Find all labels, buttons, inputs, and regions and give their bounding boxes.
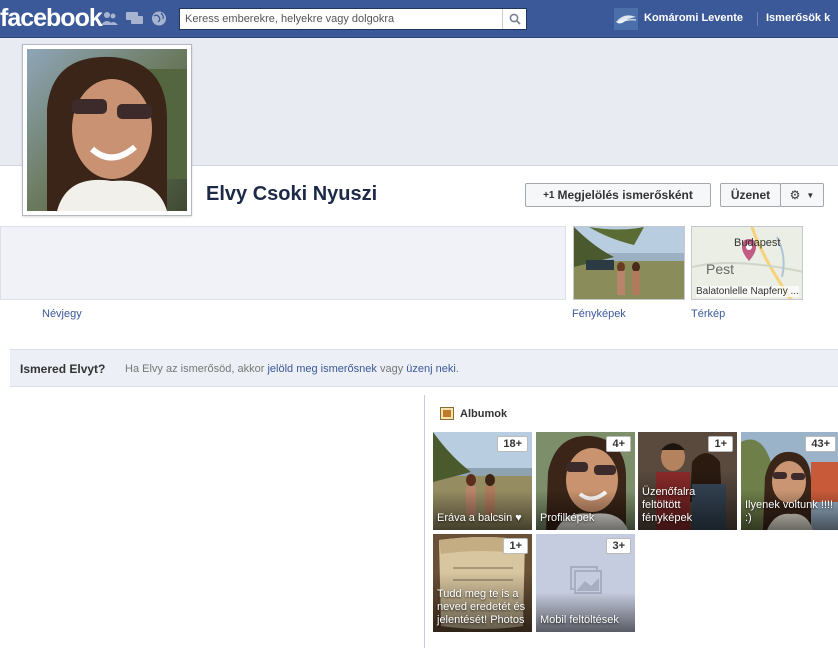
add-friend-label: Megjelölés ismerősként — [557, 188, 693, 202]
tab-photos[interactable]: Fényképek — [572, 308, 626, 320]
user-avatar[interactable] — [614, 8, 638, 30]
map-place-label: Balatonlelle Napfeny ... — [696, 286, 799, 297]
album-count-badge: 43+ — [805, 436, 836, 452]
search-button[interactable] — [502, 9, 526, 29]
album-label: Eráva a balcsin ♥ — [437, 512, 522, 524]
tab-map-thumbnail[interactable]: Budapest Pest Balatonlelle Napfeny ... — [691, 226, 803, 300]
tab-map[interactable]: Térkép — [691, 308, 725, 320]
albums-title: Albumok — [460, 408, 508, 420]
friends-link[interactable]: Ismerősök k — [766, 12, 830, 24]
timeline-spine — [424, 395, 425, 648]
add-friend-button[interactable]: +1 Megjelölés ismerősként — [525, 183, 711, 207]
album-label: Profilképek — [540, 512, 595, 524]
album-count-badge: 3+ — [606, 538, 631, 554]
send-message-link[interactable]: üzenj neki — [406, 363, 456, 375]
messages-icon[interactable] — [126, 11, 143, 26]
know-question: Ismered Elvyt? — [20, 362, 106, 376]
search-box — [179, 8, 527, 30]
album-tile[interactable]: 43+ Ilyenek voltunk !!!! :) — [741, 432, 838, 530]
album-count-badge: 1+ — [708, 436, 733, 452]
know-person-bar: Ismered Elvyt? Ha Elvy az ismerősöd, akk… — [10, 349, 838, 387]
top-bar: facebook Komáromi Levente Ismerősök k — [0, 0, 838, 38]
know-text-end: . — [455, 363, 459, 375]
mark-friend-link[interactable]: jelöld meg ismerősnek — [267, 363, 376, 375]
chevron-down-icon: ▼ — [806, 190, 815, 200]
album-count-badge: 1+ — [503, 538, 528, 554]
profile-name: Elvy Csoki Nyuszi — [206, 183, 378, 205]
map-city-label: Budapest — [734, 237, 781, 249]
album-tile[interactable]: 18+ Eráva a balcsin ♥ — [433, 432, 532, 530]
tab-photos-thumbnail[interactable] — [573, 226, 685, 300]
know-text-before: Ha Elvy az ismerősöd, akkor — [125, 363, 265, 375]
album-label: Mobil feltöltések — [540, 614, 619, 626]
search-input[interactable] — [180, 9, 502, 29]
notifications-globe-icon[interactable] — [151, 11, 168, 26]
settings-dropdown-button[interactable]: ⚙ ▼ — [780, 183, 824, 207]
album-label: Tudd meg te is a neved eredetét és jelen… — [437, 588, 526, 626]
album-label: Üzenőfalra feltöltött fényképek — [642, 486, 696, 524]
search-icon — [509, 13, 521, 25]
know-text-mid: vagy — [379, 363, 404, 375]
tab-about[interactable]: Névjegy — [42, 308, 82, 320]
add-friend-icon: +1 — [543, 189, 555, 201]
album-tile[interactable]: 4+ Profilképek — [536, 432, 635, 530]
topbar-divider — [757, 12, 758, 26]
message-button[interactable]: Üzenet — [720, 183, 781, 207]
about-summary-box — [0, 226, 566, 300]
message-label: Üzenet — [730, 188, 771, 202]
album-label: Ilyenek voltunk !!!! :) — [745, 499, 834, 524]
gear-icon: ⚙ — [789, 188, 801, 202]
album-tile[interactable]: 1+ Üzenőfalra feltöltött fényképek — [638, 432, 737, 530]
user-name-link[interactable]: Komáromi Levente — [644, 12, 743, 24]
album-tile[interactable]: 3+ Mobil feltöltések — [536, 534, 635, 632]
album-tile[interactable]: 1+ Tudd meg te is a neved eredetét és je… — [433, 534, 532, 632]
friend-requests-icon[interactable] — [101, 11, 118, 26]
profile-picture[interactable] — [22, 44, 192, 216]
facebook-logo[interactable]: facebook — [0, 4, 103, 33]
know-text: Ha Elvy az ismerősöd, akkor jelöld meg i… — [125, 363, 459, 375]
map-region-label: Pest — [706, 261, 735, 277]
album-count-badge: 18+ — [497, 436, 528, 452]
albums-icon — [440, 407, 454, 420]
album-count-badge: 4+ — [606, 436, 631, 452]
